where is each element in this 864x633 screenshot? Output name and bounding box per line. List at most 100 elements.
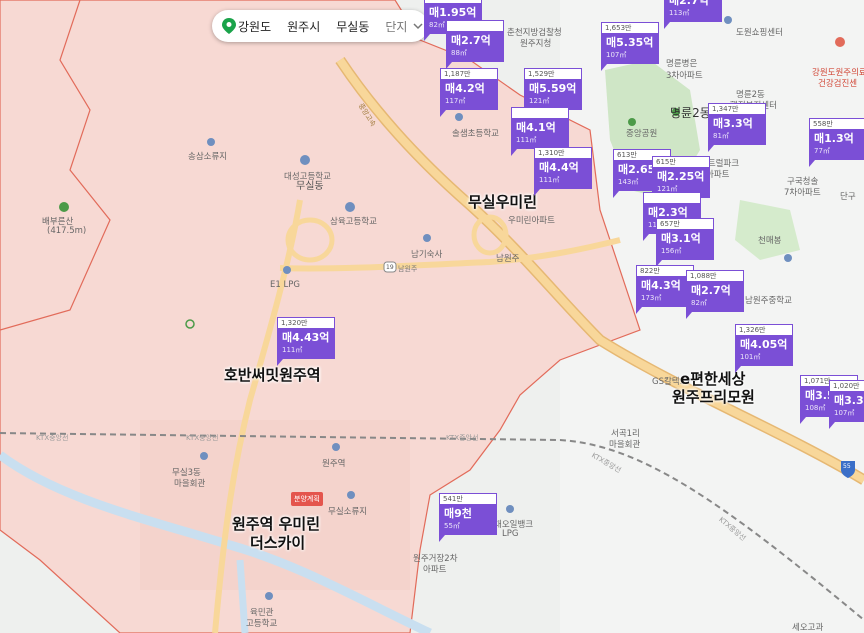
price-marker[interactable]: 1,310만 매4.4억 111㎡ xyxy=(534,147,592,196)
place-label[interactable]: 3차아파트 xyxy=(666,69,703,81)
marker-pointer xyxy=(613,191,619,198)
complex-label-wonju-line2[interactable]: 더스카이 xyxy=(250,535,305,552)
price-marker[interactable]: 1,653만 매5.35억 107㎡ xyxy=(601,22,659,71)
price-per-area: 1,187만 xyxy=(440,68,498,79)
shopping-icon xyxy=(724,16,732,24)
place-label[interactable]: 우미린아파트 xyxy=(508,214,555,226)
place-label[interactable]: 고등학교 xyxy=(246,617,277,629)
price-marker[interactable]: 541만 매9천 55㎡ xyxy=(439,493,497,542)
place-label[interactable]: 남원주중학교 xyxy=(745,294,792,306)
marker-pointer xyxy=(686,312,692,319)
hospital-icon xyxy=(835,37,845,47)
place-label[interactable]: 건강검진센 xyxy=(818,77,857,89)
breadcrumb-city[interactable]: 원주시 xyxy=(287,18,320,35)
place-label[interactable]: 중앙공원 xyxy=(626,127,657,139)
marker-pointer xyxy=(708,145,714,152)
place-label[interactable]: 명륜병은 xyxy=(666,57,697,69)
marker-pointer xyxy=(440,110,446,117)
complex-label-hoban[interactable]: 호반써밋원주역 xyxy=(224,367,321,384)
place-label[interactable]: 아파트 xyxy=(423,563,446,575)
place-label[interactable]: 대성고등학교 xyxy=(284,170,331,182)
price-marker[interactable]: 1,320만 매4.43억 111㎡ xyxy=(277,317,335,366)
price-per-area: 1,529만 xyxy=(524,68,582,79)
sale-price: 매2.7억 xyxy=(451,34,491,47)
chevron-down-icon[interactable] xyxy=(413,22,423,30)
price-marker-body[interactable]: 매1.3억 77㎡ xyxy=(809,129,864,160)
price-marker-body[interactable]: 매4.43억 111㎡ xyxy=(277,328,335,359)
place-label[interactable]: 원주역 xyxy=(322,457,345,469)
price-marker[interactable]: 657만 매3.1억 156㎡ xyxy=(656,218,714,267)
place-label[interactable]: 세오고과 xyxy=(792,621,823,633)
location-pin-icon xyxy=(222,18,236,34)
stream xyxy=(236,559,249,633)
region-breadcrumb: 강원도 원주시 무실동 단지 xyxy=(212,10,428,42)
sale-price: 매4.05억 xyxy=(740,338,788,351)
place-label[interactable]: 단구 xyxy=(840,190,856,202)
price-marker-body[interactable]: 매2.7억 88㎡ xyxy=(446,31,504,62)
place-label[interactable]: 무실소류지 xyxy=(328,505,367,517)
unit-area: 111㎡ xyxy=(516,136,537,144)
breadcrumb-district[interactable]: 무실동 xyxy=(336,18,369,35)
sale-price: 매5.35억 xyxy=(606,36,654,49)
sale-price: 매5.59억 xyxy=(529,82,577,95)
place-label[interactable]: 송삼소류지 xyxy=(188,150,227,162)
price-marker-body[interactable]: 매3.3억 81㎡ xyxy=(708,114,766,145)
price-marker-body[interactable]: 매3.1억 156㎡ xyxy=(656,229,714,260)
price-marker-body[interactable]: 매4.05억 101㎡ xyxy=(735,335,793,366)
complex-label-epyeon-line2[interactable]: 원주프리모원 xyxy=(672,389,755,406)
place-label[interactable]: 명륜2동 xyxy=(670,104,711,121)
price-marker-body[interactable]: 매9천 55㎡ xyxy=(439,504,497,535)
complex-filter[interactable]: 단지 xyxy=(385,18,407,35)
price-marker[interactable]: 1,020만매3.3억 107㎡ xyxy=(829,380,864,429)
price-marker[interactable]: 매2.7억 113㎡ xyxy=(664,0,722,29)
sale-price: 매2.25억 xyxy=(657,170,705,183)
unit-area: 113㎡ xyxy=(669,9,690,17)
price-marker-body[interactable]: 매5.59억 121㎡ xyxy=(524,79,582,110)
price-marker[interactable]: 558만 매1.3억 77㎡ xyxy=(809,118,864,167)
rail-label: KTX중앙선 xyxy=(446,434,479,442)
complex-label-musil-umilin[interactable]: 무실우미린 xyxy=(468,194,537,211)
price-marker-body[interactable]: 매3.3억 107㎡ xyxy=(829,391,864,422)
place-label[interactable]: 남원주 xyxy=(496,252,519,264)
sale-plan-badge[interactable]: 분양계획 xyxy=(291,492,323,506)
place-label[interactable]: LPG xyxy=(502,529,518,539)
place-label[interactable]: 마을회관 xyxy=(174,477,205,489)
place-label[interactable]: 원주지청 xyxy=(520,37,551,49)
mountain-icon xyxy=(59,202,69,212)
marker-pointer xyxy=(534,189,540,196)
price-marker-body[interactable]: 매4.1억 111㎡ xyxy=(511,118,569,149)
price-marker-body[interactable]: 매5.35억 107㎡ xyxy=(601,33,659,64)
price-marker-body[interactable]: 매4.4억 111㎡ xyxy=(534,158,592,189)
place-label[interactable]: 도원쇼핑센터 xyxy=(736,26,783,38)
price-marker[interactable]: 1,187만 매4.2억 117㎡ xyxy=(440,68,498,117)
complex-label-epyeon-line1[interactable]: e편한세상 xyxy=(680,371,745,388)
complex-label-wonju-line1[interactable]: 원주역 우미린 xyxy=(232,516,320,533)
place-label[interactable]: 솔샘초등학교 xyxy=(452,127,499,139)
place-label[interactable]: 천매봉 xyxy=(758,234,781,246)
place-label[interactable]: 7차아파트 xyxy=(784,186,821,198)
price-marker-body[interactable]: 매2.7억 113㎡ xyxy=(664,0,722,22)
price-marker[interactable]: 1,326만 매4.05억 101㎡ xyxy=(735,324,793,373)
unit-area: 55㎡ xyxy=(444,522,460,530)
sale-price: 매3.1억 xyxy=(661,232,701,245)
price-marker-body[interactable]: 매4.2억 117㎡ xyxy=(440,79,498,110)
marker-pointer xyxy=(601,64,607,71)
price-per-area: 1,326만 xyxy=(735,324,793,335)
sale-price: 매2.7억 xyxy=(669,0,709,7)
place-label[interactable]: E1 LPG xyxy=(270,280,300,290)
place-label[interactable]: 마을회관 xyxy=(609,438,640,450)
gas-station-icon xyxy=(506,505,514,513)
price-per-area: 1,088만 xyxy=(686,270,744,281)
unit-area: 121㎡ xyxy=(529,97,550,105)
price-marker[interactable]: 매2.7억 88㎡ xyxy=(446,20,504,69)
school-icon xyxy=(300,155,310,165)
price-per-area: 1,320만 xyxy=(277,317,335,328)
price-marker[interactable]: 1,347만 매3.3억 81㎡ xyxy=(708,103,766,152)
breadcrumb-province[interactable]: 강원도 xyxy=(238,18,271,35)
price-marker[interactable]: 1,088만 매2.7억 82㎡ xyxy=(686,270,744,319)
price-marker-body[interactable]: 매2.7억 82㎡ xyxy=(686,281,744,312)
price-per-area: 615만 xyxy=(652,156,710,167)
place-label[interactable]: 남기숙사 xyxy=(411,248,442,260)
place-label[interactable]: 삼육고등학교 xyxy=(330,215,377,227)
school-icon xyxy=(345,202,355,212)
